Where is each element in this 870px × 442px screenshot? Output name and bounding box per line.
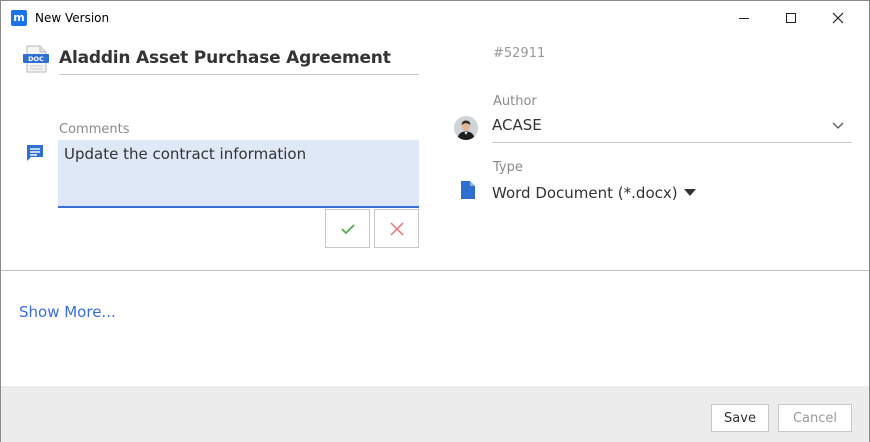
- maximize-icon: [786, 13, 796, 23]
- dialog-footer: Save Cancel: [1, 386, 869, 442]
- title-bar: m New Version: [1, 1, 869, 35]
- word-document-icon: DOC: [23, 45, 49, 73]
- minimize-button[interactable]: [721, 1, 767, 35]
- new-version-dialog: m New Version DOC Aladdin Asset Purchase…: [0, 0, 870, 442]
- cancel-button[interactable]: Cancel: [778, 404, 852, 432]
- maximize-button[interactable]: [768, 1, 814, 35]
- show-more-link[interactable]: Show More...: [19, 303, 116, 321]
- save-button[interactable]: Save: [711, 404, 769, 432]
- document-title-field[interactable]: Aladdin Asset Purchase Agreement: [59, 47, 419, 75]
- window-title: New Version: [35, 11, 110, 25]
- person-avatar-icon: [454, 116, 478, 140]
- reject-comment-button[interactable]: [374, 209, 419, 248]
- document-id: #52911: [493, 46, 546, 61]
- chevron-down-icon: [832, 122, 844, 129]
- author-dropdown[interactable]: ACASE: [492, 113, 852, 143]
- minimize-icon: [739, 17, 749, 19]
- comment-icon: [27, 145, 43, 161]
- app-logo-icon: m: [11, 10, 27, 26]
- author-label: Author: [493, 94, 537, 109]
- close-button[interactable]: [815, 1, 861, 35]
- section-divider: [1, 270, 869, 271]
- cross-icon: [389, 221, 404, 236]
- caret-down-icon: [683, 189, 696, 196]
- author-avatar: [454, 116, 478, 140]
- type-label: Type: [493, 160, 523, 175]
- file-icon: [461, 181, 475, 199]
- author-value: ACASE: [492, 116, 542, 134]
- checkmark-icon: [340, 223, 355, 234]
- doc-icon-label: DOC: [28, 55, 44, 63]
- comments-textarea[interactable]: Update the contract information: [58, 140, 419, 208]
- type-dropdown[interactable]: Word Document (*.docx): [492, 182, 696, 204]
- comments-label: Comments: [59, 122, 130, 137]
- accept-comment-button[interactable]: [325, 209, 370, 248]
- close-icon: [832, 12, 844, 24]
- type-value: Word Document (*.docx): [492, 184, 678, 202]
